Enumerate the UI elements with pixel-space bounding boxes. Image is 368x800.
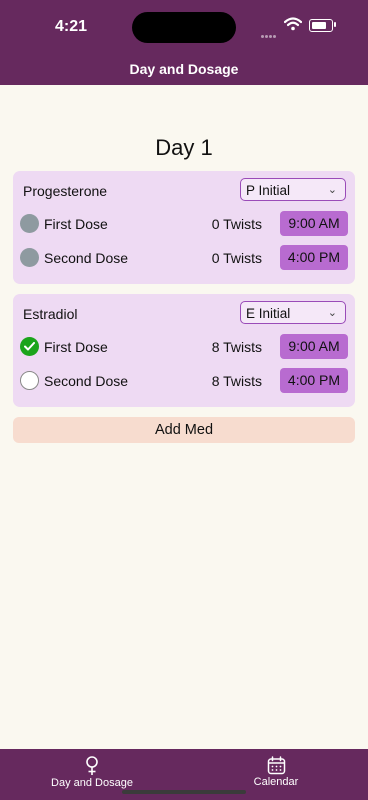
dose-row: Second Dose 0 Twists 4:00 PM [13,245,355,271]
status-bar: 4:21 [0,0,368,56]
tab-label: Day and Dosage [51,777,133,789]
dose-toggle-disabled[interactable] [20,248,39,267]
med-card-progesterone: Progesterone P Initial ⌄ First Dose 0 Tw… [13,171,355,284]
dose-time-button[interactable]: 4:00 PM [280,245,348,270]
dose-taken-checkmark[interactable] [20,337,39,356]
main-content: Day 1 Progesterone P Initial ⌄ First Dos… [0,85,368,749]
dose-twists: 8 Twists [211,373,262,389]
regimen-value: P Initial [246,183,291,198]
dose-row: Second Dose 8 Twists 4:00 PM [13,368,355,394]
dose-twists: 0 Twists [211,250,262,266]
day-title: Day 1 [155,135,213,160]
dose-toggle-disabled[interactable] [20,214,39,233]
tab-label: Calendar [253,776,299,788]
dose-label: Second Dose [44,373,129,389]
checkmark-icon [24,342,35,351]
chevron-down-icon: ⌄ [327,307,337,319]
med-name: Estradiol [23,306,78,322]
dose-label: First Dose [44,216,108,232]
status-time: 4:21 [55,18,88,35]
battery-icon [309,19,333,32]
nav-title: Day and Dosage [129,61,239,77]
chevron-down-icon: ⌄ [327,184,337,196]
wifi-icon [284,17,302,31]
med-card-estradiol: Estradiol E Initial ⌄ First Dose 8 Twist… [13,294,355,407]
dose-row: First Dose 0 Twists 9:00 AM [13,211,355,237]
battery-tip [334,22,336,27]
dose-toggle-empty[interactable] [20,371,39,390]
med-name: Progesterone [23,183,108,199]
regimen-select[interactable]: E Initial ⌄ [240,301,346,324]
dose-label: Second Dose [44,250,129,266]
signal-icon [261,25,281,38]
dose-time-button[interactable]: 9:00 AM [280,334,348,359]
dose-time-button[interactable]: 9:00 AM [280,211,348,236]
dose-twists: 0 Twists [211,216,262,232]
add-med-button[interactable]: Add Med [13,417,355,443]
regimen-select[interactable]: P Initial ⌄ [240,178,346,201]
calendar-icon [267,756,285,775]
home-indicator[interactable] [122,790,246,794]
dose-twists: 8 Twists [211,339,262,355]
venus-icon [86,756,98,775]
dose-label: First Dose [44,339,108,355]
dose-time-button[interactable]: 4:00 PM [280,368,348,393]
dose-row: First Dose 8 Twists 9:00 AM [13,334,355,360]
dynamic-island [132,12,236,43]
navigation-bar: Day and Dosage [0,56,368,85]
regimen-value: E Initial [246,306,291,321]
